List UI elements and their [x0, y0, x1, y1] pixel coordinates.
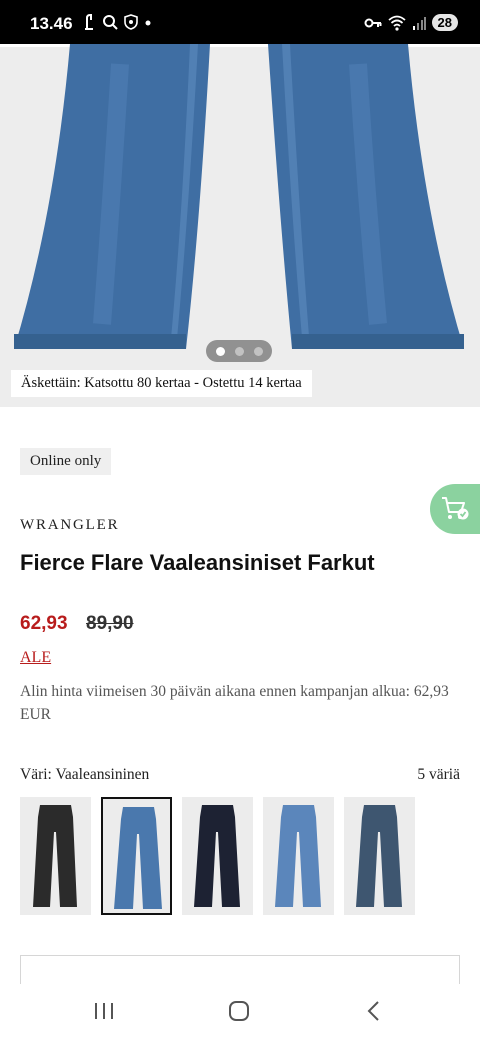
system-navigation-bar: [0, 984, 480, 1040]
search-icon: [103, 15, 118, 30]
carousel-dot[interactable]: [234, 346, 244, 356]
color-swatch[interactable]: [182, 797, 253, 915]
recent-views-label: Äskettäin: Katsottu 80 kertaa - Ostettu …: [11, 370, 312, 397]
status-time: 13.46: [30, 14, 73, 33]
online-only-badge: Online only: [20, 448, 112, 475]
dot-icon: [145, 20, 151, 26]
recent-apps-icon: [95, 1003, 113, 1019]
jeans-thumbnail: [33, 805, 77, 907]
status-right-icons: 28: [364, 14, 458, 31]
color-swatch[interactable]: [20, 797, 91, 915]
vpn-key-icon: [364, 18, 382, 27]
battery-level: 28: [431, 14, 458, 31]
jeans-thumbnail: [194, 805, 240, 907]
lowest-price-note: Alin hinta viimeisen 30 päivän aikana en…: [20, 683, 449, 723]
recent-apps-button[interactable]: [84, 996, 124, 1026]
back-icon: [367, 1001, 379, 1021]
sale-price: 62,93: [20, 613, 68, 634]
carousel-dot[interactable]: [253, 346, 263, 356]
product-title: Fierce Flare Vaaleansiniset Farkut: [20, 550, 375, 575]
original-price: 89,90: [86, 613, 134, 634]
add-to-cart-floating-button[interactable]: [430, 484, 480, 534]
brand-name[interactable]: WRANGLER: [20, 517, 119, 534]
sale-link[interactable]: ALE: [20, 649, 51, 667]
color-label: Väri: Vaaleansininen: [20, 766, 150, 783]
jeans-thumbnail: [275, 805, 321, 907]
jeans-thumbnail: [356, 805, 402, 907]
status-bar: 13.46 28: [0, 0, 480, 44]
home-icon: [229, 1001, 249, 1021]
cart-check-icon: [442, 497, 469, 520]
color-swatch-selected[interactable]: [101, 797, 172, 915]
shield-icon: [124, 14, 138, 30]
carousel-dot[interactable]: [215, 346, 225, 356]
carousel-indicator[interactable]: [206, 340, 272, 362]
product-image-carousel[interactable]: Äskettäin: Katsottu 80 kertaa - Ostettu …: [0, 44, 480, 407]
back-button[interactable]: [354, 996, 394, 1026]
color-swatch[interactable]: [263, 797, 334, 915]
home-button[interactable]: [219, 996, 259, 1026]
notification-icon: [85, 14, 93, 30]
jeans-thumbnail: [114, 807, 162, 909]
signal-icon: [412, 16, 426, 30]
color-count: 5 väriä: [417, 766, 460, 783]
status-left-icons: [82, 14, 152, 30]
color-swatch[interactable]: [344, 797, 415, 915]
wifi-icon: [387, 15, 406, 31]
